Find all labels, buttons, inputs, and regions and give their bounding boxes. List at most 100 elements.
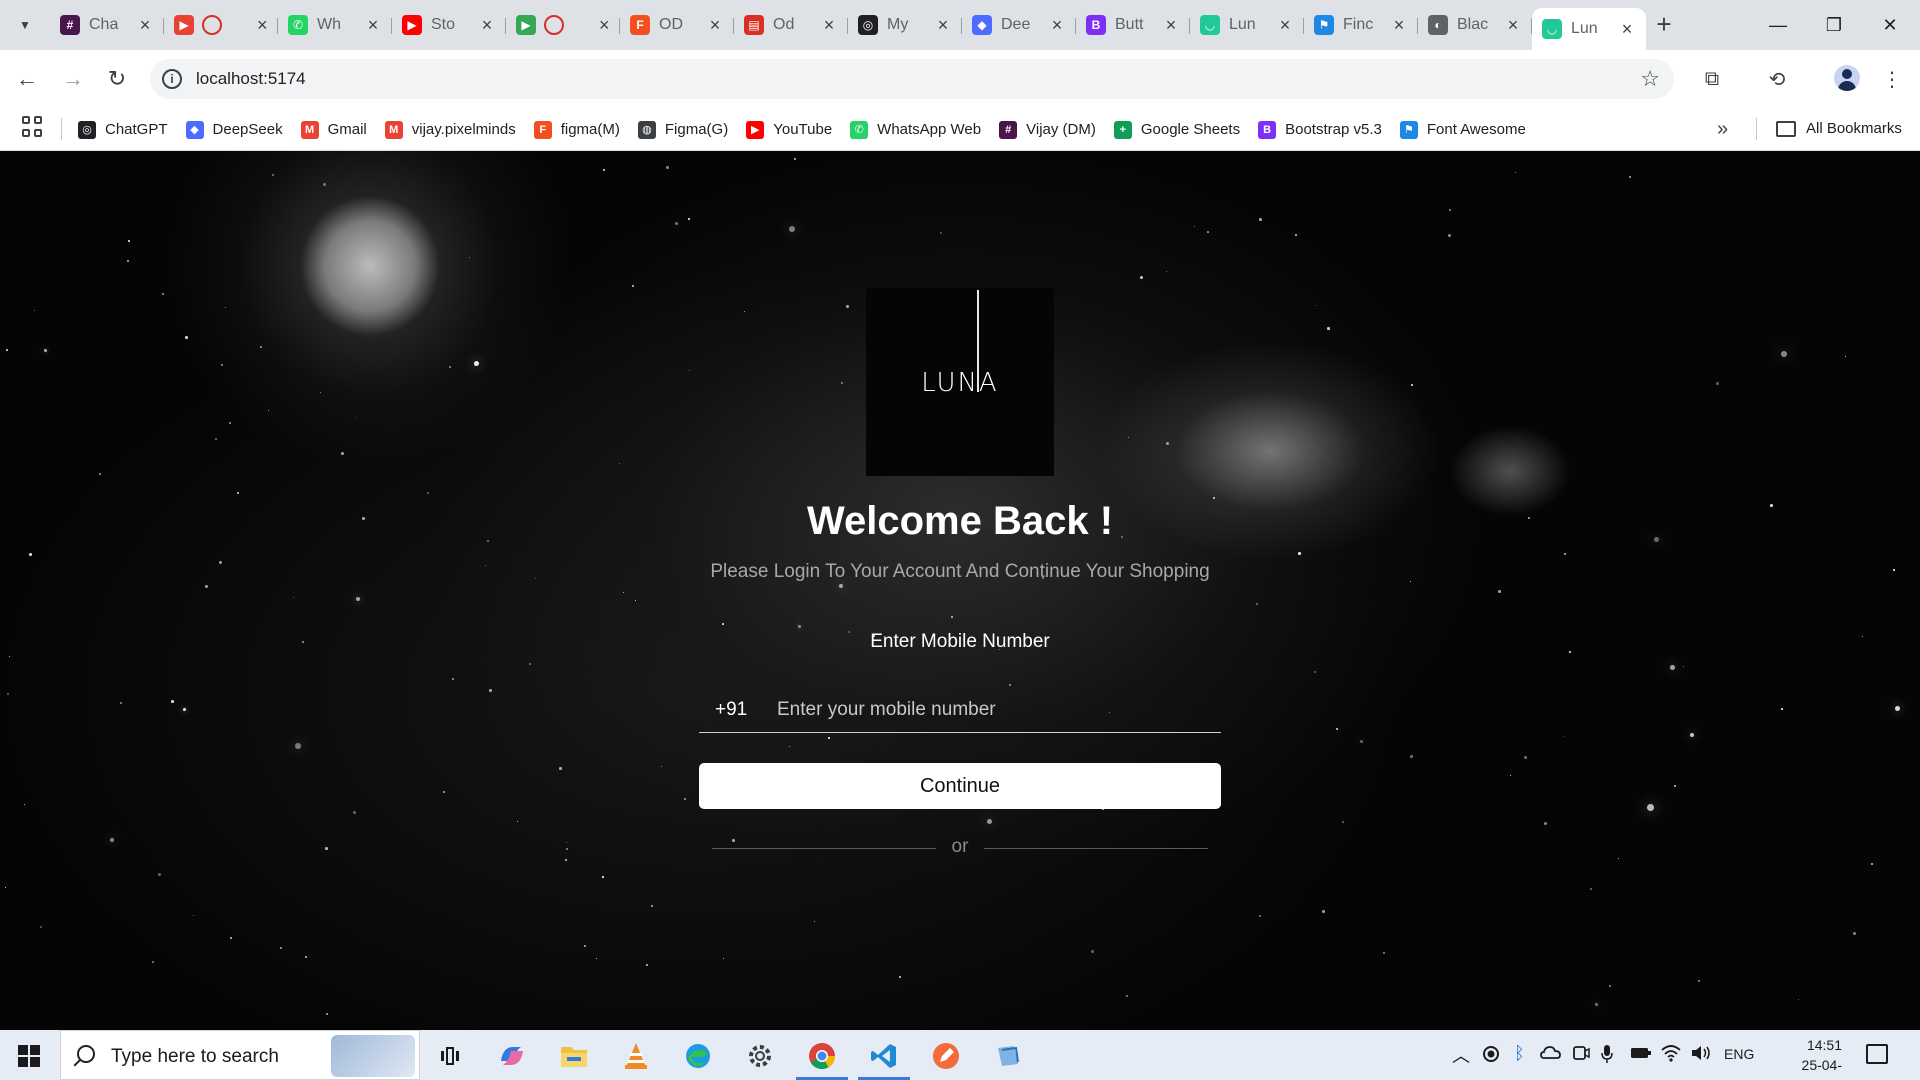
close-tab-icon[interactable]: × bbox=[706, 16, 724, 34]
back-arrow-icon[interactable]: ← bbox=[12, 64, 42, 94]
microphone-icon[interactable] bbox=[1600, 1044, 1614, 1067]
background-star bbox=[732, 839, 735, 842]
close-tab-icon[interactable]: × bbox=[1390, 16, 1408, 34]
chrome-icon[interactable] bbox=[804, 1038, 840, 1074]
onedrive-icon[interactable] bbox=[1540, 1044, 1562, 1065]
bookmark-item[interactable]: # Vijay (DM) bbox=[999, 120, 1096, 139]
close-tab-icon[interactable]: × bbox=[1162, 16, 1180, 34]
more-bookmarks-chevron-icon[interactable]: » bbox=[1717, 118, 1728, 141]
address-bar[interactable]: i localhost:5174 ☆ bbox=[150, 59, 1674, 99]
vlc-icon[interactable] bbox=[618, 1038, 654, 1074]
system-clock[interactable]: 14:51 25-04-2025 bbox=[1772, 1035, 1842, 1080]
bookmark-item[interactable]: Ffigma(M) bbox=[533, 120, 620, 139]
close-tab-icon[interactable]: × bbox=[820, 16, 838, 34]
apps-grid-icon[interactable] bbox=[22, 116, 44, 138]
bookmark-item[interactable]: ⚑ Font Awesome bbox=[1399, 120, 1526, 139]
bookmark-star-icon[interactable]: ☆ bbox=[1640, 66, 1660, 92]
language-indicator[interactable]: ENG bbox=[1724, 1046, 1754, 1062]
profile-avatar[interactable] bbox=[1834, 65, 1860, 91]
close-tab-icon[interactable]: × bbox=[599, 16, 610, 34]
bookmark-item[interactable]: ▶ YouTube bbox=[746, 120, 832, 139]
close-tab-icon[interactable]: × bbox=[1048, 16, 1066, 34]
history-icon[interactable]: ⟲ bbox=[1762, 64, 1792, 94]
browser-tab[interactable]: ▤ Od × bbox=[734, 8, 848, 42]
restore-button[interactable]: ❐ bbox=[1806, 0, 1862, 50]
background-star bbox=[474, 364, 476, 366]
copilot-icon[interactable] bbox=[494, 1038, 530, 1074]
bookmark-label: Font Awesome bbox=[1426, 121, 1526, 138]
all-bookmarks-label: All Bookmarks bbox=[1806, 120, 1902, 137]
background-star bbox=[1498, 590, 1501, 593]
notifications-icon[interactable] bbox=[1866, 1044, 1888, 1064]
bookmark-item[interactable]: + Google Sheets bbox=[1113, 120, 1240, 139]
edge-icon[interactable] bbox=[680, 1038, 716, 1074]
close-window-button[interactable]: ✕ bbox=[1862, 0, 1918, 50]
extensions-puzzle-icon[interactable]: ⧉ bbox=[1697, 64, 1727, 94]
site-info-icon[interactable]: i bbox=[162, 69, 182, 89]
google-meet-icon: ▶ bbox=[516, 15, 536, 35]
folder-icon bbox=[1776, 120, 1796, 137]
background-star bbox=[7, 693, 9, 695]
reload-icon[interactable]: ↻ bbox=[102, 64, 132, 94]
battery-icon[interactable] bbox=[1630, 1046, 1652, 1063]
pencil-app-icon[interactable] bbox=[928, 1038, 964, 1074]
bookmark-item[interactable]: ◎ ChatGPT bbox=[78, 120, 168, 139]
windows-start-icon[interactable] bbox=[18, 1045, 40, 1067]
bookmark-item[interactable]: Mvijay.pixelminds bbox=[384, 120, 516, 139]
wifi-icon[interactable] bbox=[1660, 1044, 1682, 1065]
show-hidden-icons-chevron-icon[interactable]: ︿ bbox=[1452, 1042, 1470, 1068]
close-tab-icon[interactable]: × bbox=[1276, 16, 1294, 34]
task-view-icon[interactable] bbox=[432, 1038, 468, 1074]
background-star bbox=[1595, 1003, 1599, 1007]
record-icon[interactable] bbox=[1482, 1045, 1500, 1066]
all-bookmarks-button[interactable]: All Bookmarks bbox=[1776, 120, 1902, 137]
new-tab-button[interactable]: + bbox=[1650, 9, 1678, 39]
close-tab-icon[interactable]: × bbox=[934, 16, 952, 34]
file-explorer-icon[interactable] bbox=[556, 1038, 592, 1074]
bluetooth-icon[interactable]: ᛒ bbox=[1514, 1043, 1525, 1064]
browser-menu-icon[interactable]: ⋮ bbox=[1877, 64, 1907, 94]
browser-tab[interactable]: B Butt × bbox=[1076, 8, 1190, 42]
background-star bbox=[1410, 755, 1413, 758]
close-tab-icon[interactable]: × bbox=[1618, 20, 1636, 38]
whatsapp-icon: ✆ bbox=[850, 120, 869, 139]
minimize-button[interactable]: — bbox=[1750, 0, 1806, 50]
address-url[interactable]: localhost:5174 bbox=[196, 69, 306, 89]
browser-tab[interactable]: # Cha × bbox=[50, 8, 164, 42]
tab-search-chevron-icon[interactable]: ▼ bbox=[12, 12, 38, 38]
browser-tab[interactable]: ✆ Wh × bbox=[278, 8, 392, 42]
background-star bbox=[646, 964, 649, 967]
bookmark-item[interactable]: M Gmail bbox=[300, 120, 367, 139]
forward-arrow-icon[interactable]: → bbox=[58, 64, 88, 94]
settings-icon[interactable] bbox=[742, 1038, 778, 1074]
close-tab-icon[interactable]: × bbox=[257, 16, 268, 34]
browser-tab[interactable]: ◆ Dee × bbox=[962, 8, 1076, 42]
meet-now-icon[interactable] bbox=[1572, 1044, 1590, 1065]
bookmark-item[interactable]: B Bootstrap v5.3 bbox=[1258, 120, 1382, 139]
bookmarks-bar: ◎ ChatGPT ◆ DeepSeek M Gmail Mvijay.pixelminds… bbox=[0, 108, 1920, 151]
vscode-icon[interactable] bbox=[866, 1038, 902, 1074]
clock-time: 14:51 bbox=[1806, 1037, 1842, 1053]
bookmark-item[interactable]: ◆ DeepSeek bbox=[185, 120, 283, 139]
browser-tab[interactable]: ◐ Blac × bbox=[1418, 8, 1532, 42]
mobile-number-input[interactable] bbox=[777, 691, 1207, 729]
bookmark-item[interactable]: ◍ Figma(G) bbox=[637, 120, 728, 139]
close-tab-icon[interactable]: × bbox=[1504, 16, 1522, 34]
bookmark-item[interactable]: ✆ WhatsApp Web bbox=[850, 120, 981, 139]
browser-tab[interactable]: ◡ Lun × bbox=[1190, 8, 1304, 42]
close-tab-icon[interactable]: × bbox=[364, 16, 382, 34]
browser-tab[interactable]: ▶ Sto × bbox=[392, 8, 506, 42]
taskbar-search-box[interactable]: Type here to search bbox=[60, 1030, 420, 1080]
app-icon[interactable] bbox=[990, 1038, 1026, 1074]
browser-tab[interactable]: ▶ × bbox=[506, 8, 620, 42]
browser-tab[interactable]: ◎ My × bbox=[848, 8, 962, 42]
tab-active[interactable]: ◡ Lun × bbox=[1532, 8, 1646, 50]
close-tab-icon[interactable]: × bbox=[136, 16, 154, 34]
browser-tab[interactable]: ▶ × bbox=[164, 8, 278, 42]
browser-tab[interactable]: ⚑ Finc × bbox=[1304, 8, 1418, 42]
browser-tab[interactable]: F OD × bbox=[620, 8, 734, 42]
close-tab-icon[interactable]: × bbox=[478, 16, 496, 34]
continue-button[interactable]: Continue bbox=[699, 763, 1221, 809]
background-star bbox=[987, 819, 993, 825]
volume-icon[interactable] bbox=[1690, 1044, 1712, 1065]
